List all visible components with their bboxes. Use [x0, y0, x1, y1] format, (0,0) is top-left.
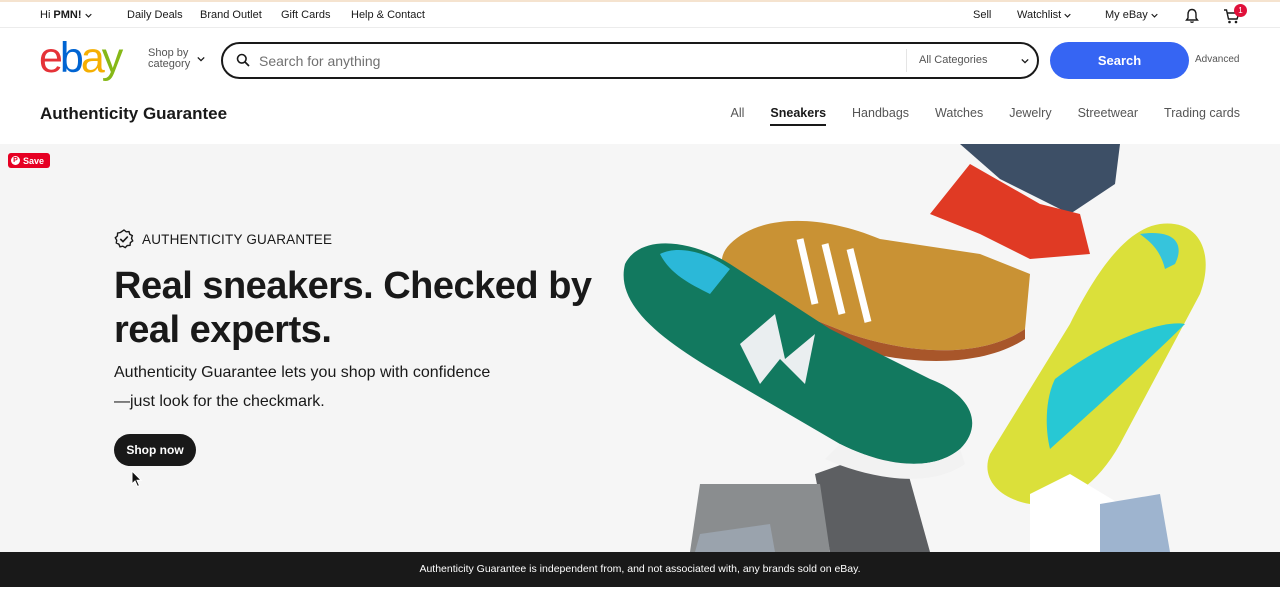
notification-bell-button[interactable] — [1184, 8, 1200, 27]
tab-watches[interactable]: Watches — [935, 106, 983, 126]
badge-label: AUTHENTICITY GUARANTEE — [142, 231, 333, 247]
tab-trading-cards[interactable]: Trading cards — [1164, 106, 1240, 126]
page-title: Authenticity Guarantee — [40, 104, 228, 123]
mouse-cursor-icon — [131, 470, 143, 488]
daily-deals-link[interactable]: Daily Deals — [127, 9, 183, 21]
my-ebay-menu[interactable]: My eBay — [1105, 9, 1158, 21]
search-bar: All Categories — [221, 42, 1039, 79]
chevron-down-icon — [1064, 13, 1071, 18]
authenticity-badge: AUTHENTICITY GUARANTEE — [114, 229, 332, 249]
tab-streetwear[interactable]: Streetwear — [1078, 106, 1138, 126]
tab-handbags[interactable]: Handbags — [852, 106, 909, 126]
tab-sneakers[interactable]: Sneakers — [770, 106, 827, 126]
tab-jewelry[interactable]: Jewelry — [1009, 106, 1051, 126]
greeting-prefix: Hi — [40, 9, 51, 21]
search-icon — [236, 53, 250, 67]
logo-letter-y: y — [101, 34, 123, 82]
shop-by-category-button[interactable]: Shop by category — [148, 48, 190, 70]
logo-letter-e: e — [39, 34, 63, 82]
chevron-down-icon — [1151, 13, 1158, 18]
disclaimer-banner: Authenticity Guarantee is independent fr… — [0, 552, 1280, 587]
pinterest-icon: P — [11, 156, 20, 165]
search-button[interactable]: Search — [1050, 42, 1189, 79]
chevron-down-icon — [197, 56, 205, 62]
search-divider — [906, 49, 907, 72]
top-bar: Hi PMN! Daily Deals Brand Outlet Gift Ca… — [0, 0, 1280, 28]
hero-description: Authenticity Guarantee lets you shop wit… — [114, 364, 491, 410]
logo-letter-a: a — [80, 34, 105, 82]
sneakers-image — [600, 144, 1280, 552]
watchlist-label: Watchlist — [1017, 9, 1062, 21]
brand-outlet-link[interactable]: Brand Outlet — [200, 9, 262, 21]
bell-icon — [1185, 8, 1199, 24]
pinterest-save-button[interactable]: P Save — [8, 153, 51, 168]
search-input[interactable] — [259, 50, 899, 72]
gift-cards-link[interactable]: Gift Cards — [281, 9, 331, 21]
cart-button[interactable]: 1 — [1223, 4, 1249, 26]
tab-all[interactable]: All — [731, 106, 745, 126]
checkmark-badge-icon — [114, 229, 134, 249]
my-ebay-label: My eBay — [1105, 9, 1148, 21]
pin-save-label: Save — [23, 155, 45, 166]
hero-title: Real sneakers. Checked by real experts. — [114, 265, 592, 351]
advanced-search-link[interactable]: Advanced — [1195, 54, 1239, 65]
ebay-logo[interactable]: ebay — [39, 34, 123, 82]
cart-count-badge: 1 — [1234, 4, 1247, 17]
category-tabs: All Sneakers Handbags Watches Jewelry St… — [705, 106, 1240, 126]
greeting[interactable]: Hi PMN! — [40, 9, 92, 21]
sell-link[interactable]: Sell — [973, 9, 991, 21]
greeting-name: PMN! — [53, 9, 82, 21]
watchlist-menu[interactable]: Watchlist — [1017, 9, 1071, 21]
category-select[interactable]: All Categories — [919, 54, 987, 66]
help-contact-link[interactable]: Help & Contact — [351, 9, 425, 21]
chevron-down-icon — [84, 13, 92, 18]
category-label: category — [148, 58, 191, 70]
chevron-down-icon — [1021, 58, 1029, 64]
hero-banner: P Save AUTHENTICITY GUARANTEE Real sneak… — [0, 144, 1280, 552]
logo-letter-b: b — [59, 34, 84, 82]
shop-now-button[interactable]: Shop now — [114, 434, 196, 466]
